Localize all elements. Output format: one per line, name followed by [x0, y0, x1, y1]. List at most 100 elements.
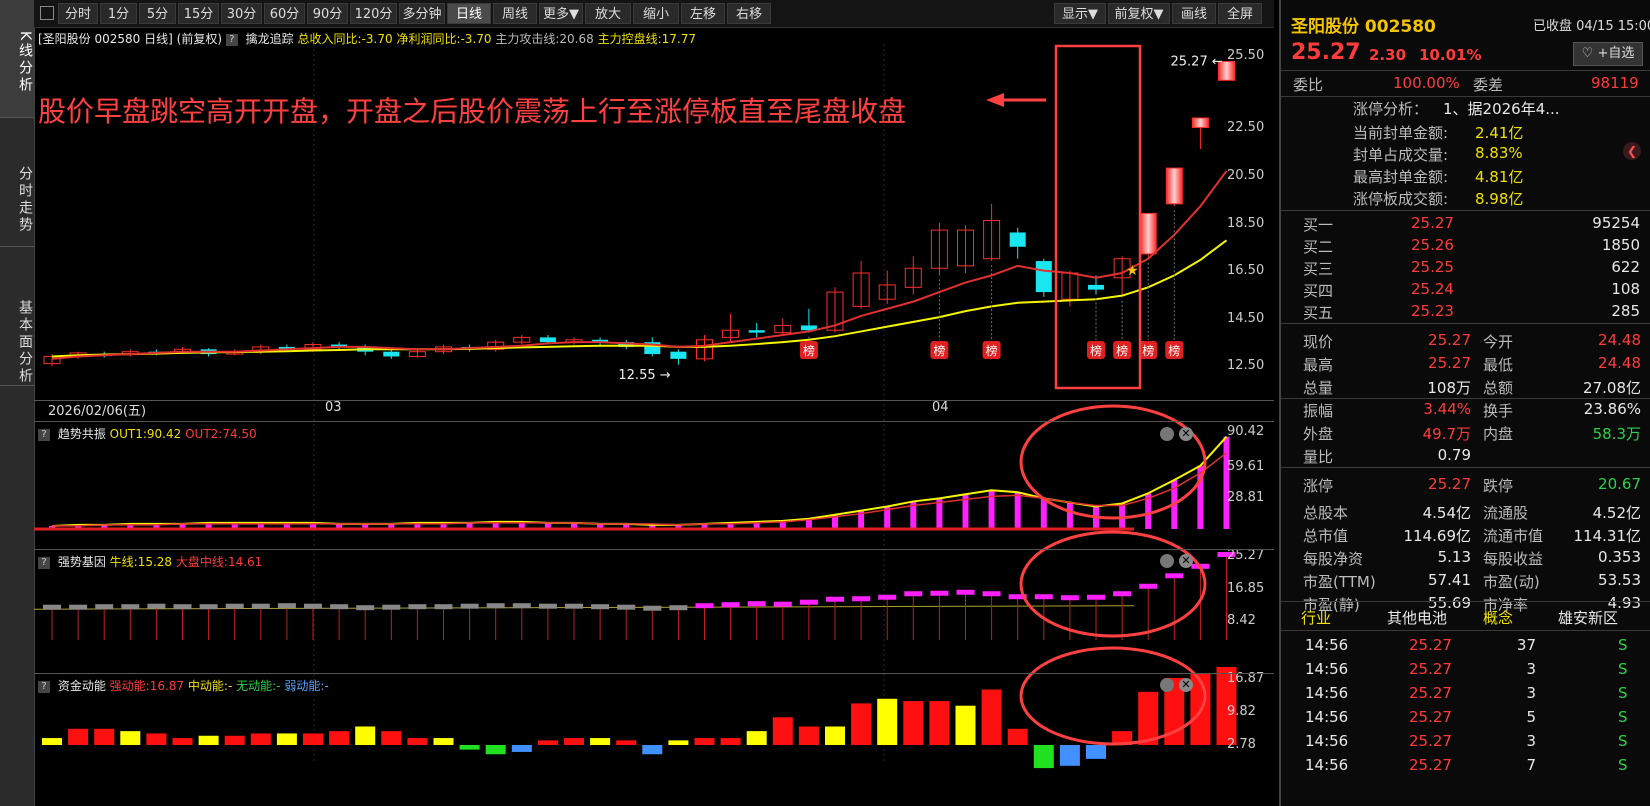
toolbar-button[interactable]: 120分	[350, 3, 397, 24]
panel3-bar	[459, 745, 480, 750]
toolbar-button[interactable]: 15分	[178, 3, 219, 24]
toolbar-button[interactable]: 右移	[727, 3, 771, 24]
weibi-label: 委比	[1293, 76, 1324, 94]
settings-gear-icon[interactable]	[1160, 427, 1174, 441]
panel3-bar	[250, 733, 271, 745]
quote-value: 0.353	[1598, 548, 1641, 566]
limit-row-label: 封单占成交量:	[1353, 146, 1449, 164]
last-price: 25.27	[1291, 40, 1361, 65]
tick-direction: S	[1618, 636, 1628, 654]
panel2-box	[852, 596, 871, 602]
limit-row-label: 当前封单金额:	[1353, 124, 1449, 142]
panel3-bar	[955, 705, 976, 745]
tab-kline-analysis[interactable]: K线分析	[0, 0, 34, 117]
settings-gear-icon[interactable]	[1160, 554, 1174, 568]
panel2-box	[721, 602, 740, 608]
quote-value: 58.3万	[1592, 425, 1641, 443]
panel2-box	[773, 601, 792, 607]
y-axis-tick: 90.42	[1227, 424, 1265, 439]
tick-direction: S	[1618, 732, 1628, 750]
quote-label: 市盈(动)	[1483, 573, 1540, 591]
panel2-box	[565, 603, 583, 609]
panel2-box	[512, 603, 531, 609]
toolbar-button[interactable]: 30分	[221, 3, 262, 24]
toolbar-button[interactable]: 更多▼	[539, 3, 583, 24]
panel1-bar	[1223, 436, 1230, 529]
quote-value: 24.48	[1598, 354, 1641, 372]
toolbar-button[interactable]: 分时	[58, 3, 98, 24]
panel2-name: 强势基因	[57, 555, 106, 569]
panel3-bar	[825, 726, 845, 745]
panel1-bar	[1014, 492, 1021, 529]
panel2-box	[486, 603, 505, 609]
panel3-bar	[694, 738, 715, 745]
panel2-bull-line: 牛线:15.28	[109, 555, 173, 569]
panel2-box	[617, 604, 636, 610]
toolbar-button[interactable]: 多分钟	[399, 3, 445, 24]
panel3-strong: 强动能:16.87	[109, 679, 185, 693]
panel2-box	[1087, 594, 1105, 600]
toolbar-button[interactable]: 全屏	[1218, 3, 1262, 24]
toolbar-button[interactable]: 日线	[447, 3, 491, 24]
y-axis-tick: 25.50	[1227, 48, 1265, 63]
toolbar-button[interactable]: 60分	[264, 3, 305, 24]
help-icon[interactable]: ?	[38, 680, 50, 693]
tick-time: 14:56	[1305, 660, 1349, 678]
bid-volume: 622	[1611, 258, 1640, 276]
menu-square-icon[interactable]	[40, 6, 54, 20]
panel3-bar	[146, 733, 167, 745]
toolbar-button[interactable]: 前复权▼	[1108, 3, 1170, 24]
market-status: 已收盘 04/15 15:00	[1533, 19, 1650, 34]
concept-value[interactable]: 雄安新区	[1558, 607, 1618, 628]
panel2-header: ? 强势基因 牛线:15.28 大盘中线:14.61	[38, 553, 262, 570]
quote-value: 49.7万	[1422, 425, 1471, 443]
close-icon[interactable]: ✕	[1179, 678, 1193, 692]
panel2-box	[878, 594, 897, 600]
panel3-bar	[903, 701, 924, 745]
panel3-bar	[772, 717, 793, 745]
tab-fundamentals[interactable]: 基本面分析	[0, 262, 34, 422]
panel1-bar	[1040, 498, 1047, 529]
toolbar-button[interactable]: 1分	[100, 3, 137, 24]
settings-gear-icon[interactable]	[1160, 678, 1174, 692]
tick-volume: 3	[1526, 732, 1536, 750]
quote-value: 20.67	[1598, 475, 1641, 493]
panel2-box	[591, 604, 610, 610]
industry-value[interactable]: 其他电池	[1387, 607, 1447, 628]
panel2-box	[643, 605, 662, 611]
candle-body	[1035, 261, 1052, 293]
toolbar-button[interactable]: 左移	[681, 3, 725, 24]
panel3-bar	[42, 738, 62, 745]
candle-body	[1088, 284, 1104, 290]
toolbar-button[interactable]: 放大	[585, 3, 631, 24]
close-icon[interactable]: ✕	[1179, 554, 1193, 568]
toolbar-button[interactable]: 5分	[139, 3, 176, 24]
panel3-bar	[851, 703, 872, 745]
panel2-box	[930, 590, 949, 596]
panel2-box	[95, 604, 114, 610]
candle-body	[1009, 232, 1026, 247]
panel2-box	[199, 604, 218, 610]
panel3-bar	[381, 731, 402, 745]
panel1-header: ? 趋势共振 OUT1:90.42 OUT2:74.50	[38, 425, 257, 442]
close-icon[interactable]: ✕	[1179, 427, 1193, 441]
tick-direction: S	[1618, 684, 1628, 702]
quote-label: 换手	[1483, 402, 1514, 420]
toolbar-button[interactable]: 画线	[1172, 3, 1216, 24]
tab-intraday[interactable]: 分时走势	[0, 140, 34, 260]
help-icon[interactable]: ?	[38, 556, 50, 569]
add-watchlist-button[interactable]: ♡ +自选	[1573, 42, 1643, 66]
toolbar-button[interactable]: 显示▼	[1054, 3, 1106, 24]
toolbar-button[interactable]: 90分	[307, 3, 348, 24]
limit-analysis-desc[interactable]: 1、据2026年4...	[1443, 98, 1560, 119]
help-icon[interactable]: ?	[38, 428, 50, 441]
collapse-arrow-icon[interactable]: ❮	[1623, 142, 1641, 160]
y-axis-tick: 2.78	[1227, 737, 1256, 752]
bid-price: 25.26	[1411, 236, 1454, 254]
toolbar-button[interactable]: 缩小	[633, 3, 679, 24]
bid-level-label: 买五	[1303, 304, 1334, 322]
toolbar-button[interactable]: 周线	[493, 3, 537, 24]
rank-badge-text: 榜	[986, 343, 998, 358]
panel2-box	[799, 599, 818, 605]
rank-badge-text: 榜	[803, 343, 815, 358]
